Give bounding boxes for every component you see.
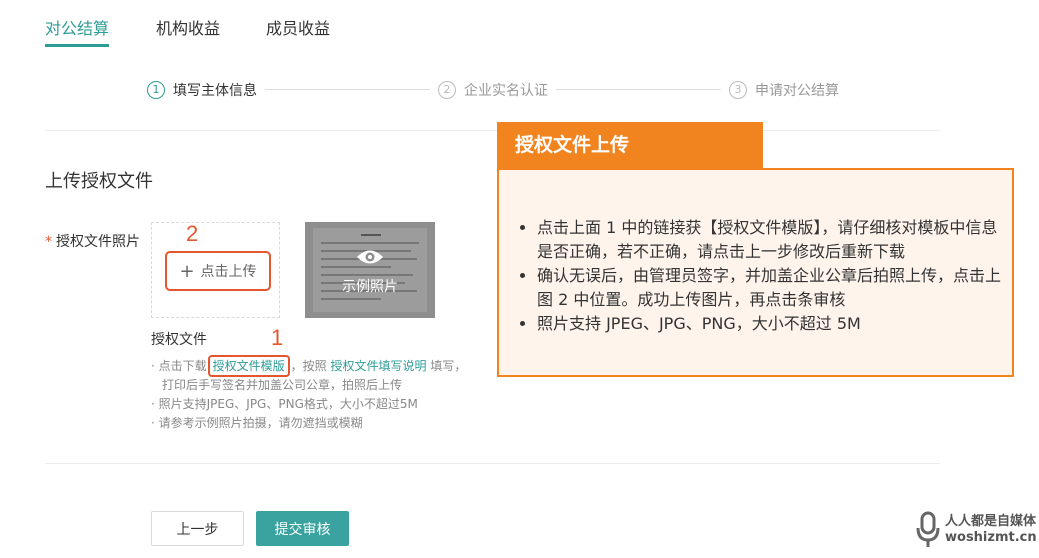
step-connector-1	[265, 89, 430, 90]
callout-box: 点击上面 1 中的链接获【授权文件模版】，请仔细核对模板中信息是否正确，若不正确…	[497, 168, 1014, 377]
sample-photo[interactable]: 示例照片	[305, 222, 435, 318]
tip3: · 请参考示例照片拍摄，请勿遮挡或模糊	[151, 416, 363, 430]
field-label: * 授权文件照片	[45, 231, 140, 251]
step-1-number: 1	[147, 81, 165, 99]
tip2: · 照片支持JPEG、JPG、PNG格式，大小不超过5M	[151, 397, 418, 411]
sample-label: 示例照片	[342, 279, 398, 295]
watermark: 人人都是自媒体 woshizmt.cn	[915, 508, 1037, 552]
field-label-text: 授权文件照片	[56, 234, 140, 250]
section-title: 上传授权文件	[45, 171, 153, 192]
upload-tips: · 点击下载 授权文件模版 ，按照 授权文件填写说明 填写， 打印后手写签名并加盖公…	[151, 355, 481, 433]
step-3-label: 申请对公结算	[755, 83, 839, 99]
tip1-line2: 打印后手写签名并加盖公司公章，拍照后上传	[162, 378, 403, 392]
step-2-label: 企业实名认证	[464, 83, 548, 99]
callout-item: 确认无误后，由管理员签字，并加盖企业公章后拍照上传，点击上图 2 中位置。成功上…	[537, 264, 1002, 312]
step-progress: 1 填写主体信息 2 企业实名认证 3 申请对公结算	[0, 80, 1039, 102]
template-download-link[interactable]: 授权文件模版	[207, 355, 290, 377]
plus-icon: +	[179, 260, 195, 282]
watermark-line2: woshizmt.cn	[945, 530, 1037, 545]
callout-list: 点击上面 1 中的链接获【授权文件模版】，请仔细核对模板中信息是否正确，若不正确…	[499, 216, 1002, 336]
step-3: 3 申请对公结算	[729, 80, 839, 100]
callout-item: 照片支持 JPEG、JPG、PNG，大小不超过 5M	[537, 312, 1002, 336]
step-2-number: 2	[438, 81, 456, 99]
tip1-mid: ，按照	[290, 359, 327, 373]
watermark-line1: 人人都是自媒体	[945, 514, 1037, 529]
step-3-number: 3	[729, 81, 747, 99]
required-mark: *	[45, 234, 52, 250]
tip1-suffix: 填写，	[430, 359, 467, 373]
submit-review-button[interactable]: 提交审核	[256, 511, 349, 546]
tip1-prefix: · 点击下载	[151, 359, 207, 373]
instructions-link[interactable]: 授权文件填写说明	[331, 359, 427, 373]
eye-icon	[357, 250, 383, 264]
callout-title: 授权文件上传	[497, 122, 763, 168]
sample-document-thumbnail	[313, 228, 427, 312]
divider-top	[45, 130, 940, 131]
annotation-1: 1	[271, 325, 284, 350]
tab-public-settlement[interactable]: 对公结算	[45, 15, 109, 39]
divider-bottom	[45, 463, 940, 464]
watermark-logo-icon	[916, 511, 940, 547]
step-connector-2	[556, 89, 721, 90]
annotation-2: 2	[186, 221, 199, 246]
upload-label: 点击上传	[200, 264, 257, 280]
callout-item: 点击上面 1 中的链接获【授权文件模版】，请仔细核对模板中信息是否正确，若不正确…	[537, 216, 1002, 264]
auth-file-title: 授权文件	[151, 332, 207, 348]
tab-org-income[interactable]: 机构收益	[156, 15, 220, 39]
step-1-label: 填写主体信息	[173, 83, 257, 99]
active-tab-indicator	[45, 44, 109, 47]
step-1: 1 填写主体信息	[147, 80, 257, 100]
upload-button[interactable]: + 点击上传	[165, 251, 271, 291]
step-2: 2 企业实名认证	[438, 80, 548, 100]
tab-member-income[interactable]: 成员收益	[266, 15, 330, 39]
prev-step-button[interactable]: 上一步	[151, 511, 244, 546]
